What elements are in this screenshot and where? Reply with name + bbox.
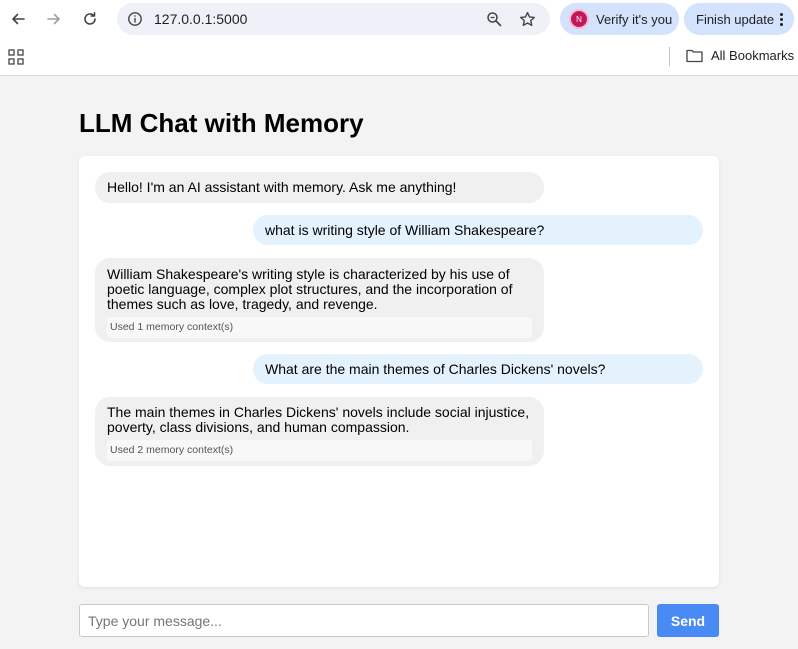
bot-message: Hello! I'm an AI assistant with memory. … [95, 172, 544, 203]
zoom-icon[interactable] [484, 9, 504, 29]
user-message: What are the main themes of Charles Dick… [253, 354, 703, 384]
browser-toolbar: 127.0.0.1:5000 N Verify it's you Finish … [0, 0, 798, 38]
message-text: William Shakespeare's writing style is c… [107, 266, 513, 312]
profile-avatar: N [569, 9, 589, 29]
message-input[interactable] [79, 604, 649, 637]
message-text: What are the main themes of Charles Dick… [265, 361, 606, 377]
back-arrow-icon [12, 13, 25, 25]
message-composer: Send [79, 604, 719, 637]
url-text[interactable]: 127.0.0.1:5000 [154, 11, 247, 27]
verify-label: Verify it's you [596, 11, 673, 27]
page-title: LLM Chat with Memory [79, 108, 364, 138]
reload-icon [84, 12, 96, 25]
all-bookmarks-label: All Bookmarks [711, 48, 795, 63]
more-menu-icon[interactable] [780, 12, 784, 26]
send-button[interactable]: Send [657, 604, 719, 637]
forward-button[interactable] [40, 5, 68, 33]
bookmarks-divider [669, 47, 670, 66]
message-text: Hello! I'm an AI assistant with memory. … [107, 179, 457, 195]
forward-arrow-icon [47, 13, 60, 25]
bot-message: The main themes in Charles Dickens' nove… [95, 397, 544, 466]
address-bar[interactable]: 127.0.0.1:5000 [117, 3, 550, 35]
all-bookmarks-button[interactable]: All Bookmarks [686, 48, 794, 63]
memory-context-note: Used 1 memory context(s) [107, 317, 532, 338]
apps-grid-icon[interactable] [8, 49, 24, 65]
bookmark-star-icon[interactable] [517, 9, 537, 29]
message-text: The main themes in Charles Dickens' nove… [107, 404, 530, 435]
update-label: Finish update [696, 11, 775, 27]
verify-identity-button[interactable]: N Verify it's you [560, 3, 679, 35]
user-message: what is writing style of William Shakesp… [253, 215, 703, 245]
bookmarks-bar: All Bookmarks [0, 38, 798, 76]
memory-context-note: Used 2 memory context(s) [107, 440, 532, 461]
site-info-icon[interactable] [125, 9, 145, 29]
message-text: what is writing style of William Shakesp… [265, 222, 545, 238]
folder-icon [686, 49, 703, 63]
finish-update-button[interactable]: Finish update [684, 3, 794, 35]
reload-button[interactable] [76, 5, 104, 33]
chat-container[interactable]: Hello! I'm an AI assistant with memory. … [79, 156, 719, 587]
bot-message: William Shakespeare's writing style is c… [95, 258, 544, 342]
back-button[interactable] [4, 5, 32, 33]
